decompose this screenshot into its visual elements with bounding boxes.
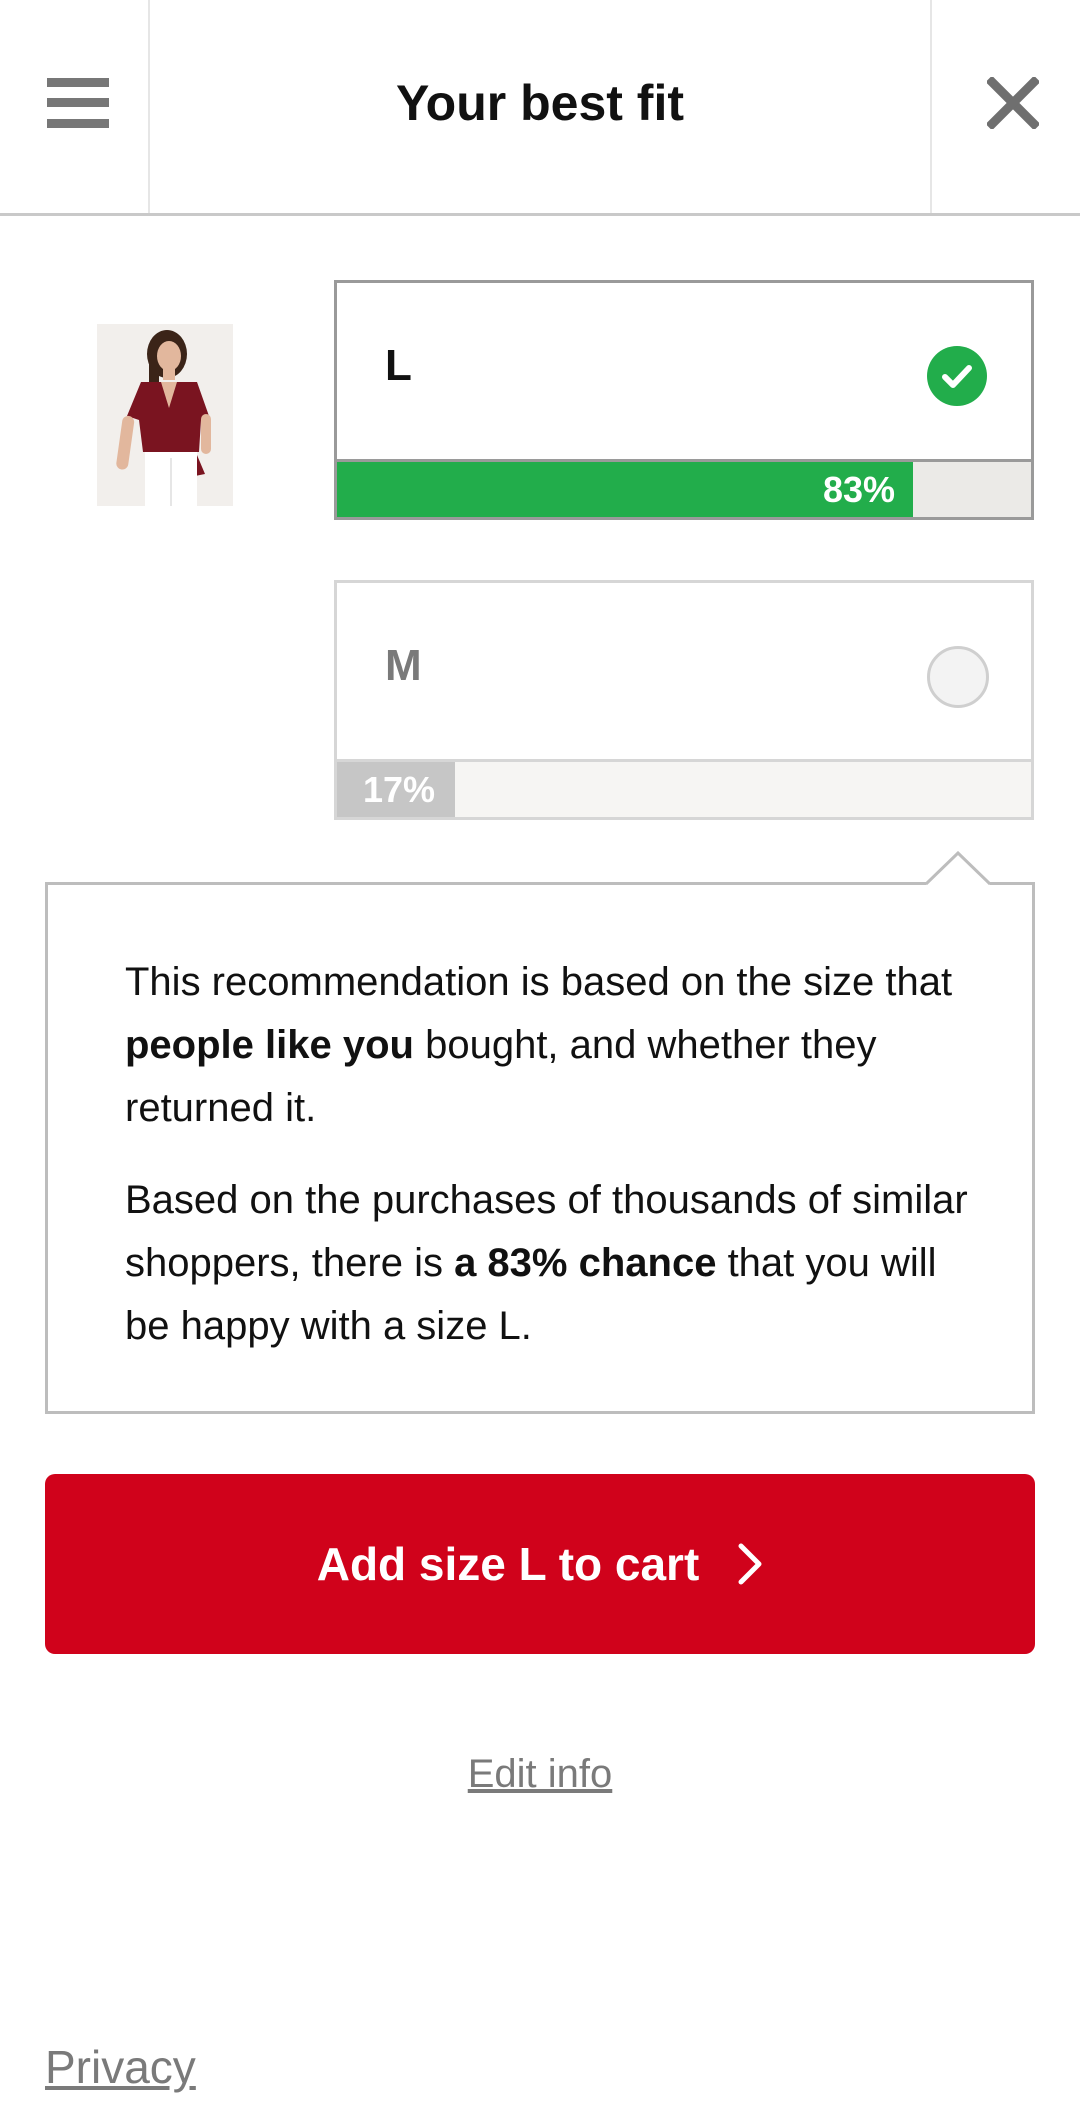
privacy-link[interactable]: Privacy (45, 2040, 196, 2094)
add-to-cart-label: Add size L to cart (316, 1538, 700, 1590)
add-to-cart-button[interactable]: Add size L to cart (45, 1474, 1035, 1654)
product-thumbnail (97, 324, 233, 506)
fit-probability-fill: 17% (337, 762, 455, 817)
size-option-l[interactable]: L 83% (334, 280, 1034, 520)
hamburger-menu-icon (47, 78, 109, 128)
header-bar: Your best fit (0, 0, 1080, 216)
size-label: L (385, 341, 412, 390)
check-icon (927, 346, 987, 406)
size-option-m[interactable]: M 17% (334, 580, 1034, 820)
callout-pointer (926, 851, 990, 885)
fit-percentage: 83% (822, 469, 896, 510)
radio-unchecked-icon (927, 646, 989, 708)
menu-button[interactable] (0, 0, 150, 213)
explanation-text: This recommendation is based on the size… (125, 951, 975, 1387)
fit-percentage: 17% (363, 769, 436, 810)
explanation-paragraph-2: Based on the purchases of thousands of s… (125, 1178, 968, 1348)
size-label: M (385, 641, 422, 690)
fit-probability-fill: 83% (337, 462, 914, 517)
fit-probability-bar: 17% (337, 759, 1031, 817)
close-icon (987, 77, 1039, 129)
edit-info-link[interactable]: Edit info (0, 1752, 1080, 1797)
explanation-paragraph-1: This recommendation is based on the size… (125, 960, 953, 1130)
close-button[interactable] (930, 0, 1080, 213)
chevron-right-icon (738, 1543, 762, 1585)
page-title: Your best fit (396, 75, 684, 131)
fit-probability-bar: 83% (337, 459, 1031, 517)
recommendation-explanation: This recommendation is based on the size… (45, 882, 1035, 1414)
